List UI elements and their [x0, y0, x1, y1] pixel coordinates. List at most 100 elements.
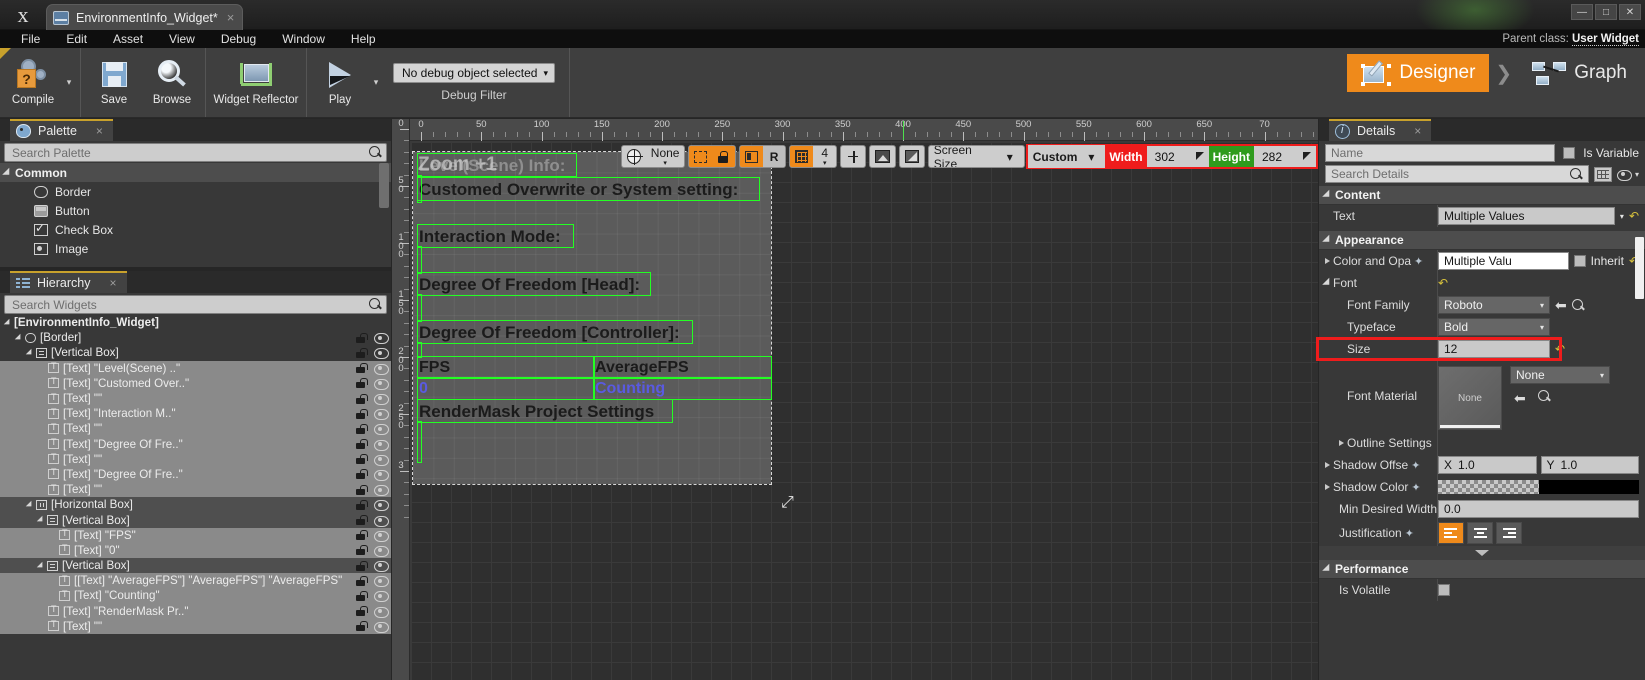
- lock-icon[interactable]: [356, 575, 368, 586]
- lock-icon[interactable]: [356, 499, 368, 510]
- eye-icon[interactable]: [374, 394, 389, 406]
- lock-icon[interactable]: [356, 332, 368, 343]
- hierarchy-row[interactable]: [Vertical Box]: [0, 512, 391, 528]
- custom-size-dropdown[interactable]: Custom ▾: [1027, 145, 1106, 168]
- resize-handle[interactable]: ⤢: [781, 494, 794, 512]
- menu-asset[interactable]: Asset: [100, 30, 156, 48]
- hierarchy-row[interactable]: [Text] "Degree Of Fre..": [0, 466, 391, 483]
- eye-icon[interactable]: [374, 454, 389, 466]
- search-widgets-input[interactable]: Search Widgets: [4, 295, 387, 314]
- expander-collapsed-icon[interactable]: [1339, 440, 1344, 446]
- section-performance-header[interactable]: Performance: [1319, 560, 1645, 579]
- lock-icon[interactable]: [356, 621, 368, 632]
- eye-icon[interactable]: [374, 348, 389, 360]
- hierarchy-row[interactable]: [Text] "FPS": [0, 527, 391, 543]
- preview-text-widget[interactable]: Customed Overwrite or System setting:: [417, 177, 760, 201]
- justify-center-button[interactable]: [1467, 522, 1493, 544]
- browse-button[interactable]: Browse: [143, 48, 201, 117]
- expander-collapsed-icon[interactable]: [1325, 258, 1330, 264]
- expand-more-button[interactable]: [1319, 546, 1645, 560]
- lock-icon[interactable]: [356, 423, 368, 434]
- hierarchy-row[interactable]: [Text] "": [0, 451, 391, 467]
- eye-icon[interactable]: [374, 409, 389, 421]
- hierarchy-row[interactable]: [Text] "Interaction M..": [0, 406, 391, 422]
- lock-icon[interactable]: [356, 408, 368, 419]
- details-tab[interactable]: Details ×: [1329, 119, 1432, 141]
- hierarchy-row[interactable]: [Text] "Customed Over..": [0, 375, 391, 391]
- play-button[interactable]: Play: [311, 48, 369, 117]
- hierarchy-row[interactable]: [Text] "": [0, 482, 391, 498]
- hierarchy-row[interactable]: [EnvironmentInfo_Widget]: [0, 315, 391, 330]
- reset-button[interactable]: R: [762, 146, 786, 167]
- lock-icon[interactable]: [356, 469, 368, 480]
- menu-debug[interactable]: Debug: [208, 30, 269, 48]
- hierarchy-row[interactable]: [Text] "Counting": [0, 588, 391, 604]
- hierarchy-row[interactable]: [[Text] "AverageFPS"] "AverageFPS"] "Ave…: [0, 573, 391, 589]
- palette-group-common[interactable]: Common: [0, 163, 391, 182]
- hierarchy-row[interactable]: [Text] "0": [0, 542, 391, 558]
- hierarchy-row[interactable]: [Text] "": [0, 421, 391, 437]
- compile-button[interactable]: ? Compile: [4, 48, 62, 117]
- hierarchy-row[interactable]: [Text] "Level(Scene) ..": [0, 360, 391, 376]
- palette-item-check-box[interactable]: Check Box: [0, 220, 391, 239]
- font-material-thumbnail[interactable]: None: [1438, 366, 1502, 430]
- search-details-input[interactable]: Search Details: [1325, 165, 1589, 183]
- minimize-button[interactable]: —: [1571, 4, 1593, 20]
- image-preview-button[interactable]: [870, 146, 894, 167]
- grid-snap-toggle[interactable]: [790, 146, 814, 167]
- font-family-dropdown[interactable]: Roboto ▾: [1438, 296, 1550, 314]
- close-icon[interactable]: ×: [110, 276, 117, 290]
- mirror-button[interactable]: [900, 146, 924, 167]
- preview-text-widget[interactable]: Degree Of Freedom [Head]:: [417, 272, 651, 296]
- menu-view[interactable]: View: [156, 30, 208, 48]
- save-button[interactable]: Save: [85, 48, 143, 117]
- palette-item-image[interactable]: Image: [0, 239, 391, 258]
- preview-empty-text-widget[interactable]: [417, 175, 422, 203]
- preview-empty-text-widget[interactable]: [417, 246, 422, 274]
- typeface-dropdown[interactable]: Bold ▾: [1438, 318, 1550, 336]
- debug-object-select[interactable]: No debug object selected ▾: [393, 63, 555, 83]
- expander-collapsed-icon[interactable]: [1325, 484, 1330, 490]
- hierarchy-row[interactable]: [Text] "": [0, 390, 391, 407]
- eye-icon[interactable]: [374, 333, 389, 345]
- justify-left-button[interactable]: [1438, 522, 1464, 544]
- lock-icon[interactable]: [356, 515, 368, 526]
- bind-pin-icon[interactable]: ✦: [1414, 255, 1423, 268]
- eye-icon[interactable]: [374, 606, 389, 618]
- inherit-checkbox[interactable]: [1573, 255, 1586, 267]
- preview-text-widget[interactable]: AverageFPS: [593, 356, 772, 379]
- play-options-chevron-down-icon[interactable]: ▾: [369, 48, 383, 117]
- palette-item-button[interactable]: Button: [0, 201, 391, 220]
- dashed-outline-toggle[interactable]: [688, 146, 712, 167]
- bind-pin-icon[interactable]: ✦: [1411, 459, 1420, 472]
- spinner-icon[interactable]: [1302, 151, 1313, 162]
- name-input[interactable]: Name: [1325, 144, 1556, 162]
- lock-icon[interactable]: [356, 484, 368, 495]
- compile-options-chevron-down-icon[interactable]: ▾: [62, 48, 76, 117]
- font-material-dropdown[interactable]: None ▾: [1510, 366, 1610, 384]
- eye-icon[interactable]: [374, 515, 389, 527]
- eye-icon[interactable]: [374, 378, 389, 390]
- lock-icon[interactable]: [356, 347, 368, 358]
- eye-icon[interactable]: [374, 530, 389, 542]
- menu-file[interactable]: File: [8, 30, 53, 48]
- hierarchy-row[interactable]: [Border]: [0, 330, 391, 345]
- browse-asset-icon[interactable]: [1571, 298, 1585, 312]
- revert-icon[interactable]: ↶: [1438, 276, 1448, 290]
- screen-size-dropdown[interactable]: Screen Size ▾: [927, 145, 1025, 168]
- section-appearance-header[interactable]: Appearance: [1319, 231, 1645, 250]
- lock-icon[interactable]: [356, 606, 368, 617]
- globe-button[interactable]: [622, 146, 646, 167]
- menu-edit[interactable]: Edit: [53, 30, 100, 48]
- hierarchy-tab[interactable]: Hierarchy ×: [10, 271, 127, 293]
- expander-icon[interactable]: [25, 348, 35, 358]
- hierarchy-row[interactable]: [Horizontal Box]: [0, 497, 391, 513]
- lock-icon[interactable]: [356, 363, 368, 374]
- min-desired-width-input[interactable]: 0.0: [1438, 500, 1639, 518]
- preview-empty-text-widget[interactable]: [417, 294, 422, 322]
- justify-right-button[interactable]: [1496, 522, 1522, 544]
- close-icon[interactable]: ×: [1414, 124, 1421, 138]
- palette-item-border[interactable]: Border: [0, 182, 391, 201]
- expander-collapsed-icon[interactable]: [1325, 462, 1330, 468]
- section-content-header[interactable]: Content: [1319, 186, 1645, 205]
